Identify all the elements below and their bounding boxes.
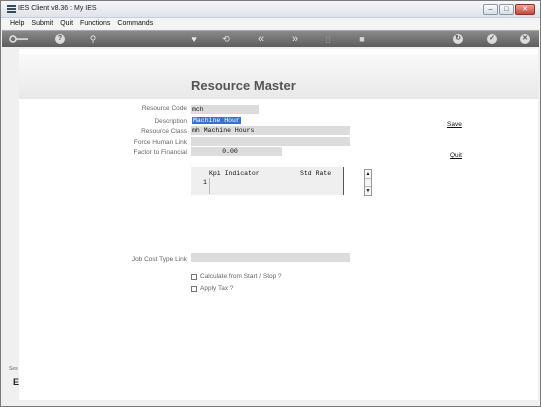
heart-icon[interactable]: ♥ — [188, 33, 200, 45]
close-window-button[interactable]: ✕ — [515, 4, 535, 15]
window-title: IES Client v8.36 : My IES — [18, 5, 97, 12]
side-strip — [1, 351, 18, 401]
menu-bar: Help Submit Quit Functions Commands — [1, 18, 540, 29]
force-human-link-label: Force Human Link — [133, 139, 187, 146]
menu-functions[interactable]: Functions — [80, 20, 110, 27]
menu-submit[interactable]: Submit — [31, 20, 53, 27]
description-value: Machine Hour — [192, 117, 241, 124]
title-bar: IES Client v8.36 : My IES – □ ✕ — [1, 1, 540, 18]
app-window: IES Client v8.36 : My IES – □ ✕ Help Sub… — [0, 0, 541, 407]
job-cost-type-link-field[interactable] — [191, 253, 350, 262]
back-icon[interactable]: ⟲ — [220, 33, 232, 45]
spin-down-icon[interactable]: ▼ — [365, 186, 371, 194]
spin-middle — [365, 178, 371, 186]
check-icon[interactable]: ✓ — [487, 34, 497, 44]
factor-to-financial-field[interactable]: 0.00 — [191, 147, 282, 156]
bookmark-icon[interactable]: ▯ — [322, 33, 334, 45]
resource-code-field[interactable]: mch — [191, 105, 259, 114]
key-icon[interactable] — [9, 33, 31, 45]
page-title: Resource Master — [191, 78, 296, 93]
side-label: Ses — [9, 366, 18, 372]
spin-up-icon[interactable]: ▲ — [365, 170, 371, 178]
minimize-button[interactable]: – — [483, 4, 498, 15]
quit-link[interactable]: Quit — [450, 152, 462, 159]
toolbar: ? ⚲ ♥ ⟲ « » ▯ ■ ↻ ✓ ✕ — [2, 30, 539, 47]
help-icon[interactable]: ? — [55, 34, 65, 44]
form-panel: Resource Master — [19, 49, 538, 400]
calculate-from-start-stop-checkbox[interactable]: Calculate from Start / Stop ? — [191, 273, 282, 280]
maximize-button[interactable]: □ — [499, 4, 514, 15]
checkbox-box[interactable] — [191, 273, 197, 280]
grid-row-divider — [209, 178, 210, 194]
header-band: Resource Master — [19, 54, 538, 99]
close-icon[interactable]: ✕ — [520, 34, 530, 44]
refresh-icon[interactable]: ↻ — [453, 34, 463, 44]
calculate-from-start-stop-label: Calculate from Start / Stop ? — [200, 273, 282, 280]
kpi-grid[interactable]: Kpi Indicator Std Rate 1 — [191, 167, 344, 195]
checkbox-box[interactable] — [191, 285, 197, 292]
resource-class-field[interactable]: mh Machine Hours — [191, 126, 350, 135]
search-icon[interactable]: ⚲ — [87, 33, 99, 45]
grid-header-std-rate: Std Rate — [300, 170, 332, 177]
resource-code-label: Resource Code — [141, 105, 187, 112]
force-human-link-field[interactable] — [191, 137, 350, 146]
save-link[interactable]: Save — [447, 121, 462, 128]
grid-row-number: 1 — [203, 179, 207, 186]
apply-tax-label: Apply Tax ? — [200, 285, 234, 292]
menu-quit[interactable]: Quit — [60, 20, 73, 27]
description-field[interactable]: Machine Hour — [191, 116, 350, 125]
menu-help[interactable]: Help — [10, 20, 24, 27]
apply-tax-checkbox[interactable]: Apply Tax ? — [191, 285, 233, 292]
menu-commands[interactable]: Commands — [117, 20, 153, 27]
stop-icon[interactable]: ■ — [356, 33, 368, 45]
grid-header-kpi-indicator: Kpi Indicator — [209, 170, 260, 177]
forward-icon[interactable]: » — [289, 33, 301, 45]
description-label: Description — [154, 118, 187, 125]
job-cost-type-link-label: Job Cost Type Link — [131, 256, 187, 263]
rewind-icon[interactable]: « — [255, 33, 267, 45]
factor-to-financial-label: Factor to Financial — [133, 149, 187, 156]
app-menu-icon[interactable] — [7, 5, 16, 13]
grid-spinner[interactable]: ▲ ▼ — [364, 169, 372, 196]
resource-class-label: Resource Class — [141, 128, 187, 135]
